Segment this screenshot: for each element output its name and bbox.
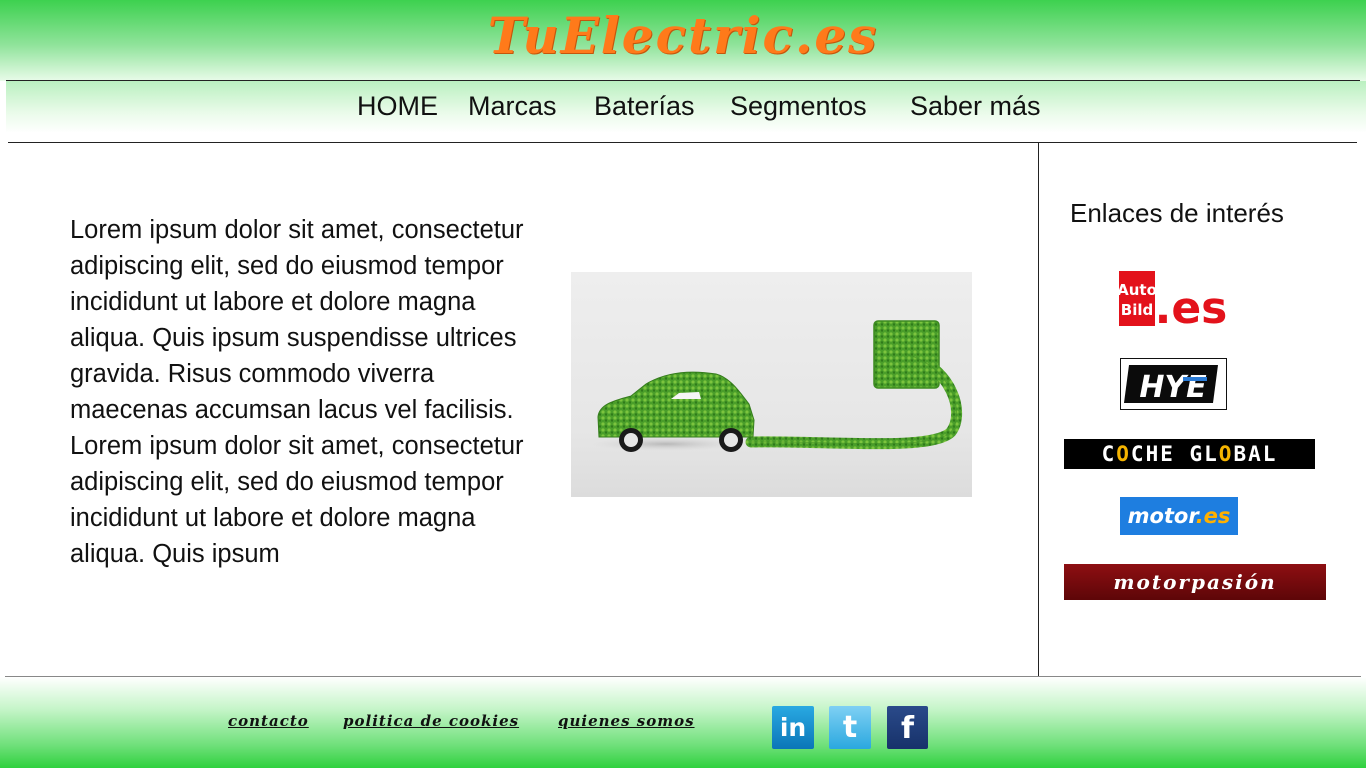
hye-text: HYE [1139, 370, 1207, 405]
hero-image-green-car [571, 272, 972, 497]
sidebar-title: Enlaces de interés [1070, 198, 1284, 228]
hye-logo[interactable]: HYE [1120, 358, 1227, 410]
nav-item-baterias[interactable]: Baterías [594, 86, 695, 126]
content-divider [8, 142, 1357, 143]
footer-link-politica-cookies[interactable]: politica de cookies [343, 712, 519, 730]
coche-global-text-a: C [1101, 442, 1117, 466]
article-paragraph: Lorem ipsum dolor sit amet, consectetur … [70, 216, 524, 424]
motor-text: motor [1127, 504, 1196, 528]
twitter-icon[interactable]: t [829, 706, 871, 749]
autobild-line2: Bild [1121, 301, 1153, 319]
sidebar-divider [1038, 142, 1039, 676]
autobild-suffix: .es [1155, 283, 1227, 326]
nav-item-segmentos[interactable]: Segmentos [730, 86, 867, 126]
main-nav: HOME Marcas Baterías Segmentos Saber más [0, 86, 1366, 126]
motor-suffix: .es [1195, 504, 1231, 528]
autobild-line1: Auto [1119, 281, 1157, 299]
facebook-icon[interactable]: f [887, 706, 928, 749]
nav-item-saber-mas[interactable]: Saber más [910, 86, 1041, 126]
coche-global-accent-o: O [1218, 442, 1234, 466]
nav-item-home[interactable]: HOME [357, 86, 438, 126]
coche-global-text-c: BAL [1233, 442, 1278, 466]
coche-global-text-b: CHE GL [1130, 442, 1219, 466]
article-text: Lorem ipsum dolor sit amet, consectetur … [70, 212, 540, 572]
motorpasion-text: motorpasión [1113, 570, 1277, 594]
linkedin-icon[interactable]: in [772, 706, 814, 749]
green-car-illustration [591, 320, 963, 452]
motorpasion-logo[interactable]: motorpasión [1064, 564, 1326, 600]
article-paragraph: Lorem ipsum dolor sit amet, consectetur … [70, 432, 524, 568]
site-logo[interactable]: TuElectric.es [0, 6, 1366, 65]
footer-link-contacto[interactable]: contacto [228, 712, 309, 730]
footer-link-quienes-somos[interactable]: quienes somos [558, 712, 695, 730]
coche-global-accent-o: O [1116, 442, 1131, 466]
coche-global-logo[interactable]: COCHE GLOBAL [1064, 439, 1315, 469]
motor-es-logo[interactable]: motor.es [1120, 497, 1238, 535]
footer-divider [5, 676, 1361, 677]
autobild-es-logo[interactable]: Auto Bild .es [1119, 271, 1227, 326]
nav-item-marcas[interactable]: Marcas [468, 86, 557, 126]
